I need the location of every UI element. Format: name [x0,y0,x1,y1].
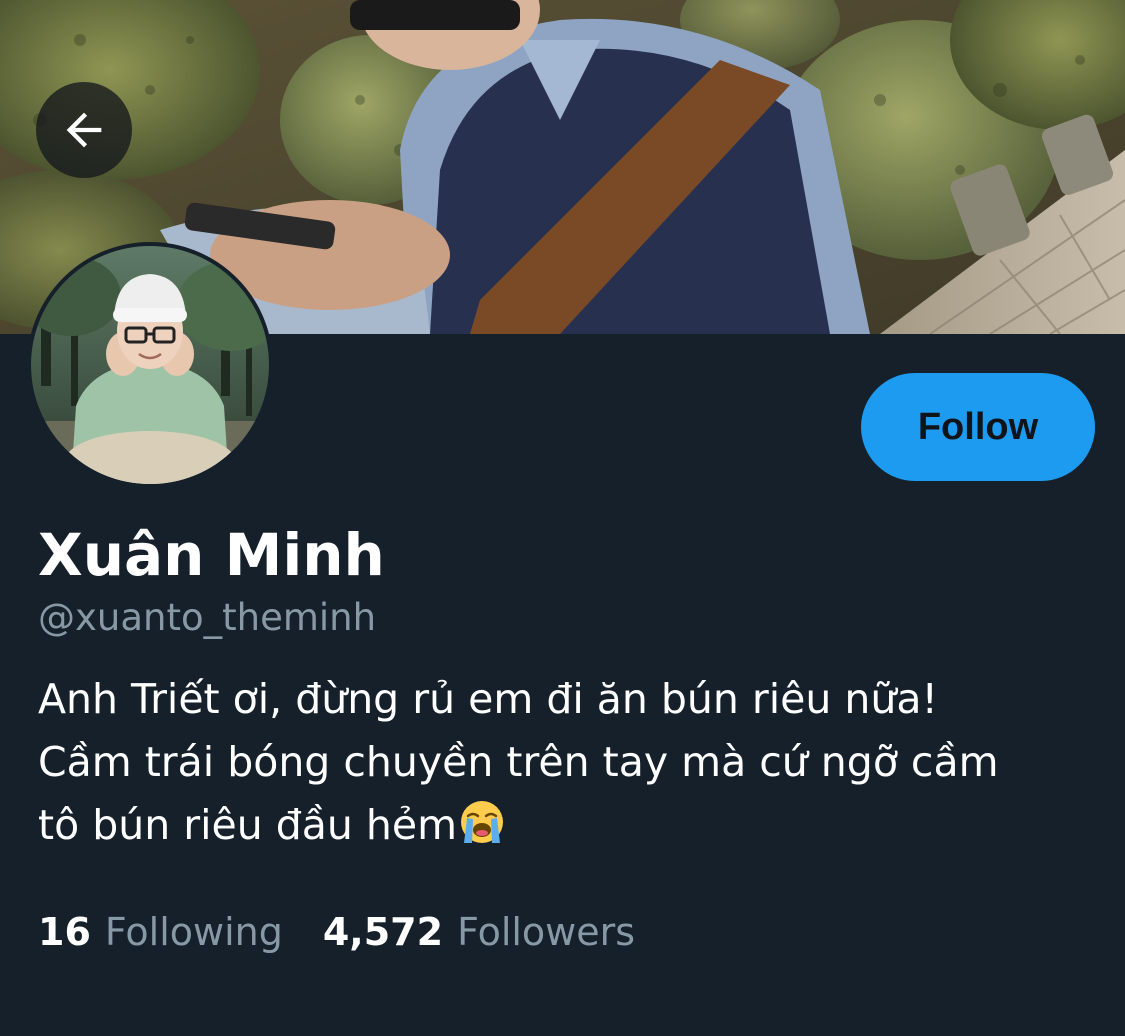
following-count: 16 [38,910,91,954]
bio-line: Anh Triết ơi, đừng rủ em đi ăn bún riêu … [38,675,938,723]
bio-line-last: tô bún riêu đầu hẻm [38,794,1098,863]
followers-count: 4,572 [322,910,444,954]
follow-button[interactable]: Follow [861,373,1095,481]
following-label: Following [104,910,283,954]
followers-link[interactable]: 4,572 Followers [323,906,635,958]
following-link[interactable]: 16 Following [38,906,283,958]
bio-line: Cầm trái bóng chuyền trên tay mà cứ ngỡ … [38,738,999,786]
username-handle: @xuanto_theminh [38,596,377,639]
loudly-crying-face-icon [459,799,505,863]
display-name: Xuân Minh [38,521,385,589]
followers-label: Followers [457,910,636,954]
back-button[interactable] [36,82,132,178]
avatar[interactable] [27,242,273,488]
avatar-photo [31,246,269,484]
profile-stats: 16 Following 4,572 Followers [38,906,635,958]
bio: Anh Triết ơi, đừng rủ em đi ăn bún riêu … [38,668,1098,863]
arrow-left-icon [66,112,102,148]
profile-page: Follow Xuân Minh @xuanto_theminh Anh Tri… [0,0,1125,1036]
bio-line-text: tô bún riêu đầu hẻm [38,801,458,849]
